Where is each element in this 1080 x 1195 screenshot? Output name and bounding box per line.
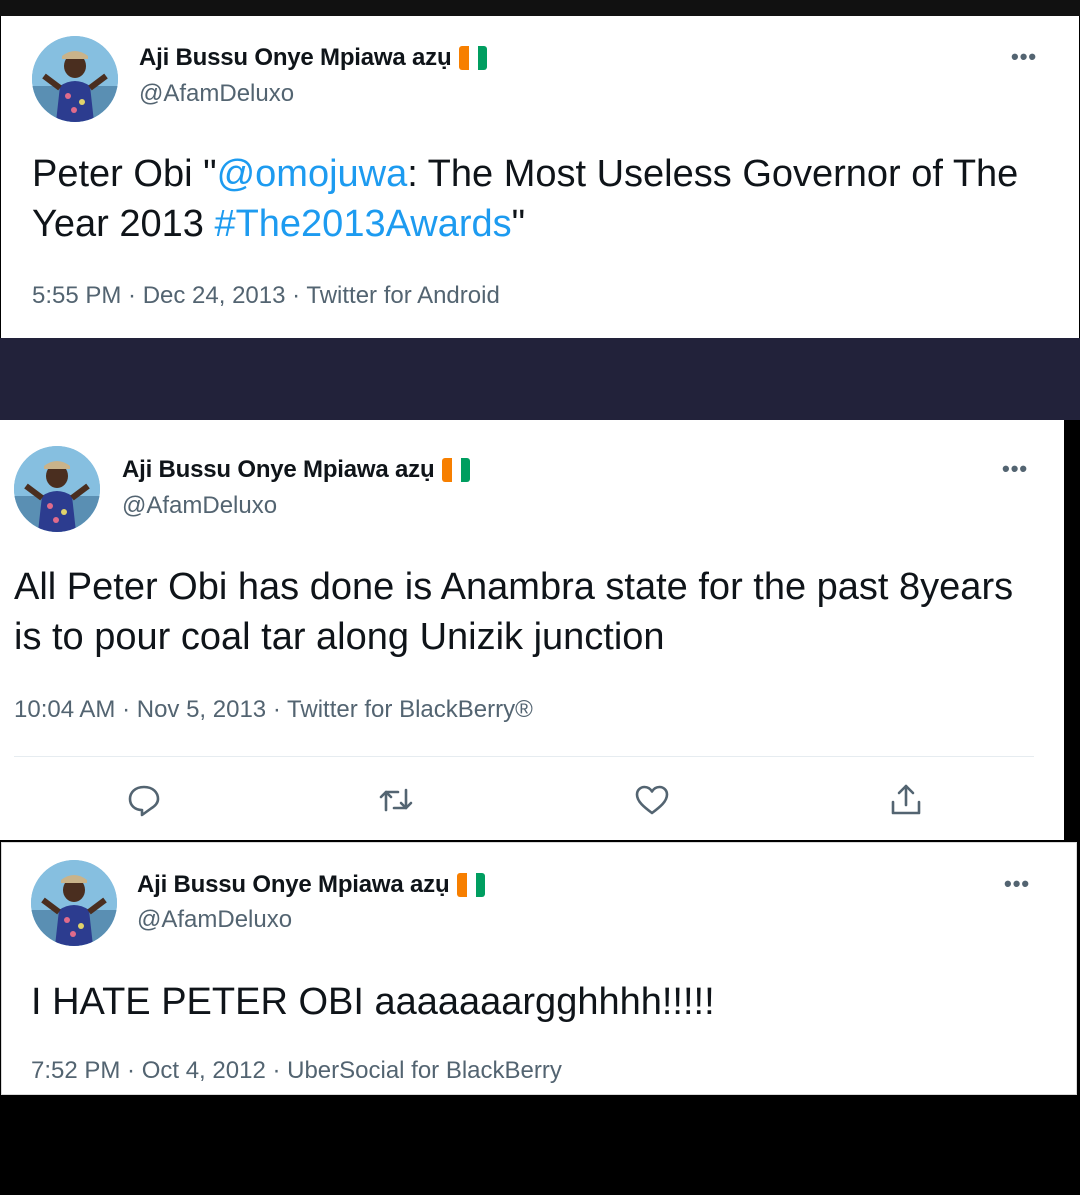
avatar[interactable] <box>31 860 117 946</box>
user-handle[interactable]: @AfamDeluxo <box>139 80 294 108</box>
display-name[interactable]: Aji Bussu Onye Mpiawa azụ <box>122 456 435 484</box>
tweet-timestamp[interactable]: 5:55 PM · Dec 24, 2013 · Twitter for And… <box>32 282 500 310</box>
tweet-text: All Peter Obi has done is Anambra state … <box>14 566 1014 658</box>
tweet-card-1[interactable]: Aji Bussu Onye Mpiawa azụ @AfamDeluxo ••… <box>1 16 1079 338</box>
ivory-coast-flag-icon <box>459 46 488 70</box>
tweet-timestamp[interactable]: 10:04 AM · Nov 5, 2013 · Twitter for Bla… <box>14 696 533 724</box>
more-options-icon[interactable]: ••• <box>1011 44 1037 70</box>
share-icon[interactable] <box>886 780 926 820</box>
tweet-text: I HATE PETER OBI aaaaaaargghhhh!!!!! <box>31 981 715 1023</box>
hashtag-link[interactable]: #The2013Awards <box>214 203 511 245</box>
display-name[interactable]: Aji Bussu Onye Mpiawa azụ <box>139 44 452 72</box>
avatar[interactable] <box>14 446 100 532</box>
retweet-icon[interactable] <box>376 780 416 820</box>
divider <box>14 756 1034 757</box>
display-name[interactable]: Aji Bussu Onye Mpiawa azụ <box>137 871 450 899</box>
more-options-icon[interactable]: ••• <box>1004 871 1030 897</box>
avatar[interactable] <box>32 36 118 122</box>
tweet-timestamp[interactable]: 7:52 PM · Oct 4, 2012 · UberSocial for B… <box>31 1057 562 1085</box>
user-handle[interactable]: @AfamDeluxo <box>137 906 292 934</box>
like-icon[interactable] <box>632 780 672 820</box>
tweet-card-2[interactable]: Aji Bussu Onye Mpiawa azụ @AfamDeluxo ••… <box>0 420 1064 840</box>
ivory-coast-flag-icon <box>457 873 486 897</box>
ivory-coast-flag-icon <box>442 458 471 482</box>
tweet-card-3[interactable]: Aji Bussu Onye Mpiawa azụ @AfamDeluxo ••… <box>1 842 1077 1095</box>
mention-link[interactable]: @omojuwa <box>217 153 408 195</box>
tweet-text: Peter Obi "@omojuwa: The Most Useless Go… <box>32 153 1019 245</box>
more-options-icon[interactable]: ••• <box>1002 456 1028 482</box>
reply-icon[interactable] <box>124 780 164 820</box>
top-strip <box>0 0 1080 16</box>
user-handle[interactable]: @AfamDeluxo <box>122 492 277 520</box>
separator-band <box>0 338 1080 420</box>
